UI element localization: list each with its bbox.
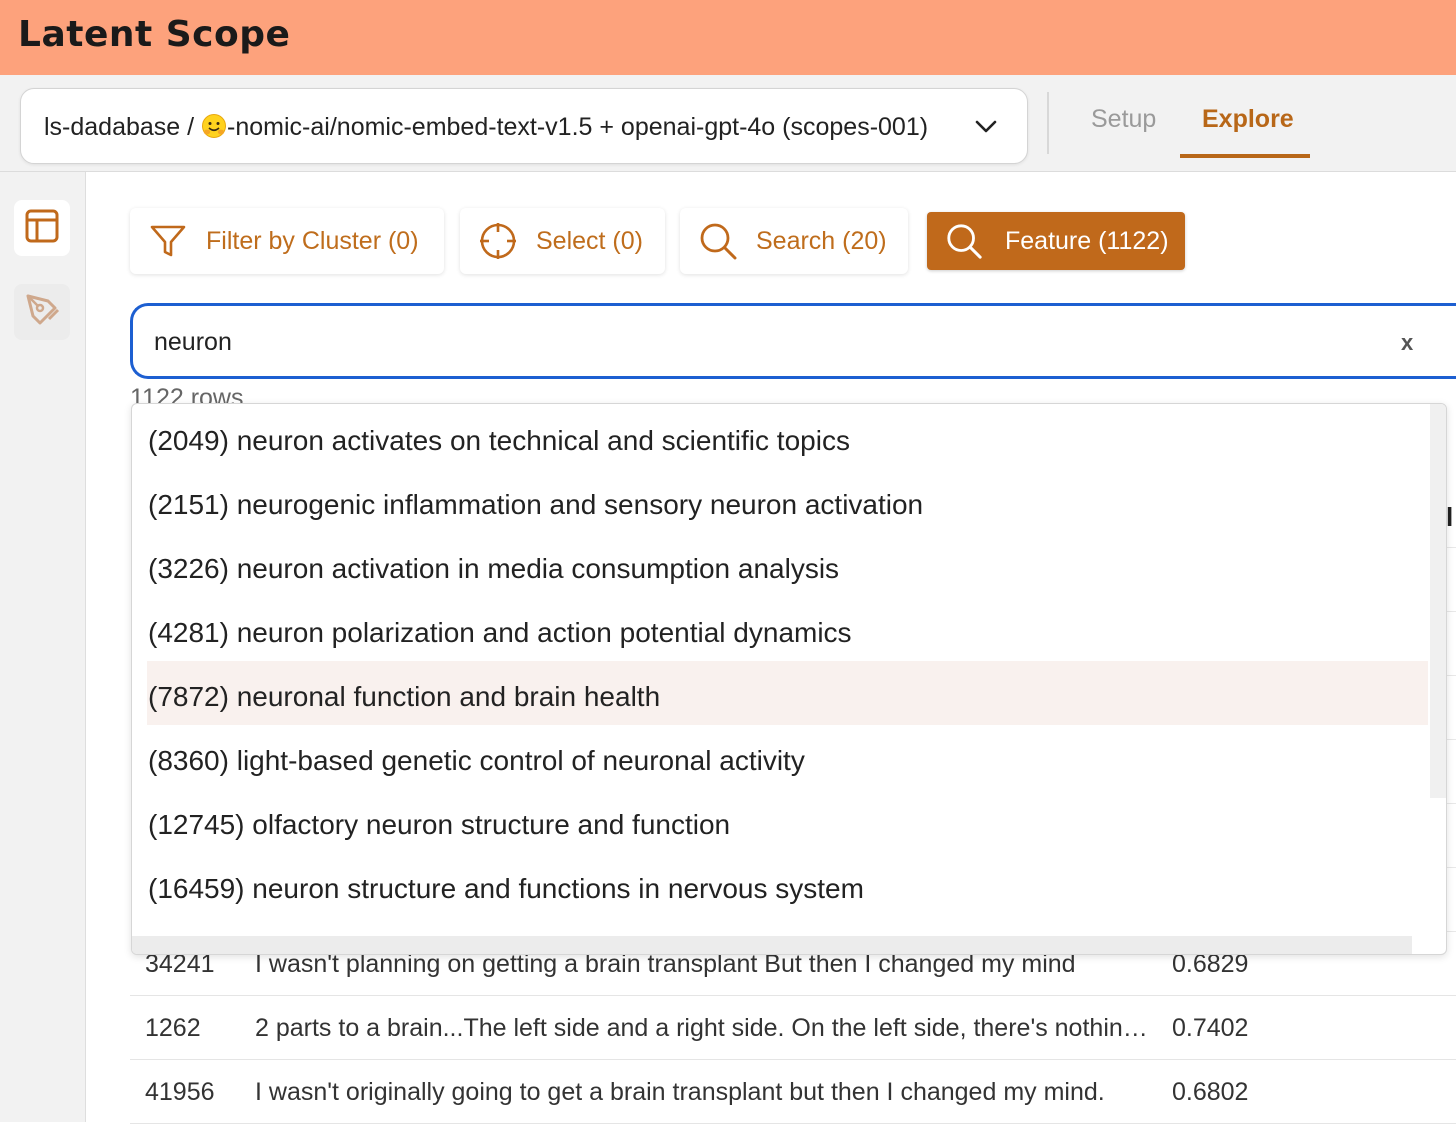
filter-icon	[148, 221, 188, 261]
pen-icon	[22, 290, 62, 335]
feature-label: Feature (1122)	[1005, 226, 1169, 255]
search-icon	[945, 222, 983, 260]
clear-icon[interactable]: x	[1401, 330, 1413, 356]
app-title: Latent Scope	[18, 14, 291, 55]
sidebar-item-annotate[interactable]	[14, 284, 70, 340]
crosshair-icon	[478, 221, 518, 261]
feature-option-highlighted[interactable]: (7872) neuronal function and brain healt…	[147, 661, 1428, 725]
tab-setup[interactable]: Setup	[1091, 105, 1156, 134]
table-icon	[24, 208, 60, 249]
chevron-down-icon[interactable]	[973, 117, 999, 137]
feature-option[interactable]: (2049) neuron activates on technical and…	[147, 405, 1428, 469]
table-row[interactable]: 41956 I wasn't originally going to get a…	[130, 1060, 1456, 1124]
row-id: 1262	[145, 1014, 201, 1042]
row-text: I wasn't originally going to get a brain…	[255, 1078, 1105, 1106]
feature-dropdown: (2049) neuron activates on technical and…	[131, 403, 1447, 955]
search-button[interactable]: Search (20)	[680, 208, 908, 274]
feature-option[interactable]: (12745) olfactory neuron structure and f…	[147, 789, 1428, 853]
main-panel: Filter by Cluster (0) Select (0) Search …	[86, 172, 1456, 1124]
app-header: Latent Scope	[0, 0, 1456, 75]
dropdown-scrollbar-vertical[interactable]	[1430, 404, 1446, 798]
feature-option[interactable]: (3226) neuron activation in media consum…	[147, 533, 1428, 597]
scope-label: ls-dadabase / -nomic-ai/nomic-embed-text…	[44, 113, 928, 142]
row-score: 0.7402	[1172, 1014, 1249, 1042]
search-label: Search (20)	[756, 226, 887, 255]
sidebar	[0, 172, 86, 1122]
rows-count: 1122 rows	[130, 384, 244, 404]
feature-option[interactable]: (16459) neuron structure and functions i…	[147, 853, 1428, 917]
filter-by-cluster-button[interactable]: Filter by Cluster (0)	[130, 208, 444, 274]
filter-label: Filter by Cluster (0)	[206, 226, 419, 255]
select-label: Select (0)	[536, 226, 643, 255]
column-header-stub: l	[1446, 502, 1454, 532]
feature-option[interactable]: (2151) neurogenic inflammation and senso…	[147, 469, 1428, 533]
scope-suffix: -nomic-ai/nomic-embed-text-v1.5 + openai…	[227, 113, 929, 141]
search-icon	[698, 221, 738, 261]
row-text: 2 parts to a brain...The left side and a…	[255, 1014, 1155, 1042]
feature-button[interactable]: Feature (1122)	[927, 212, 1185, 270]
hugging-face-icon	[201, 113, 227, 139]
scope-select[interactable]: ls-dadabase / -nomic-ai/nomic-embed-text…	[20, 88, 1028, 164]
dropdown-scrollbar-horizontal[interactable]	[132, 936, 1412, 954]
row-id: 41956	[145, 1078, 215, 1106]
row-score: 0.6802	[1172, 1078, 1249, 1106]
feature-option[interactable]: (4281) neuron polarization and action po…	[147, 597, 1428, 661]
sidebar-item-table[interactable]	[14, 200, 70, 256]
table-row[interactable]: 1262 2 parts to a brain...The left side …	[130, 996, 1456, 1060]
tab-explore[interactable]: Explore	[1202, 105, 1294, 134]
scope-prefix: ls-dadabase /	[44, 113, 202, 141]
topbar-divider	[1047, 92, 1049, 154]
feature-search-input[interactable]: neuron x	[130, 303, 1456, 379]
search-input-value: neuron	[154, 328, 232, 356]
topbar: ls-dadabase / -nomic-ai/nomic-embed-text…	[0, 75, 1456, 172]
select-button[interactable]: Select (0)	[460, 208, 665, 274]
tab-explore-underline	[1180, 154, 1310, 158]
feature-option[interactable]: (8360) light-based genetic control of ne…	[147, 725, 1428, 789]
